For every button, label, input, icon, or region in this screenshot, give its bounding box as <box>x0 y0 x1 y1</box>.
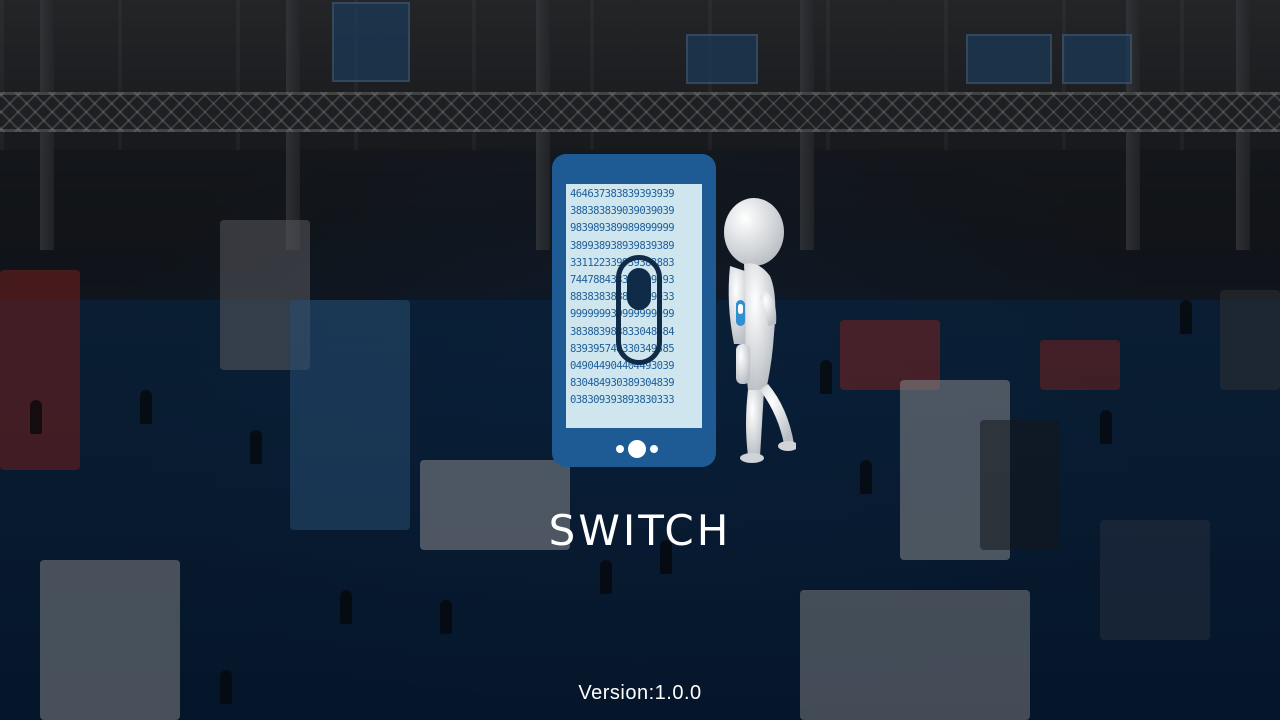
switch-logo: 464637383839393939 388383839039039039 98… <box>548 150 798 470</box>
splash-screen: 464637383839393939 388383839039039039 98… <box>0 0 1280 720</box>
phone-dot <box>650 445 658 453</box>
phone-dot <box>616 445 624 453</box>
toggle-knob <box>627 268 651 310</box>
version-label: Version:1.0.0 <box>578 682 702 704</box>
phone-digit-line: 389938938939839389 <box>570 239 675 252</box>
phone-digit-line: 388383839039039039 <box>570 205 675 218</box>
home-button-icon <box>628 440 646 458</box>
phone-digit-line: 830484930389304839 <box>570 377 675 390</box>
white-figure-illustration <box>724 198 796 463</box>
phone-digit-line: 983989389989899999 <box>570 222 675 235</box>
smartphone-icon: 464637383839393939 388383839039039039 98… <box>552 154 716 467</box>
phone-digit-line: 464637383839393939 <box>570 188 675 200</box>
app-title: SWITCH <box>548 506 732 555</box>
toggle-switch-icon <box>616 255 662 365</box>
phone-digit-line: 038309393893830333 <box>570 394 675 407</box>
